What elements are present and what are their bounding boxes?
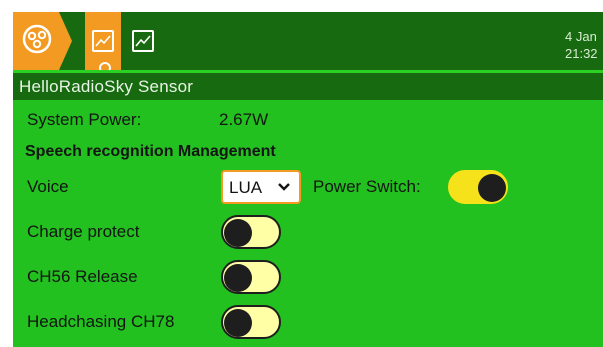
charge-protect-label: Charge protect [27,222,140,241]
title-bar: HelloRadioSky Sensor [13,70,603,100]
tab-telemetry-active[interactable] [85,12,121,74]
power-switch-label: Power Switch: [313,177,421,196]
chart-line-icon [132,30,154,52]
headchasing-ch78-toggle[interactable] [221,305,281,339]
toggle-knob [224,309,252,337]
main-menu-button[interactable] [13,12,59,70]
power-switch-toggle[interactable] [448,170,508,204]
system-power-value: 2.67W [219,110,269,129]
headchasing-ch78-label: Headchasing CH78 [27,312,175,331]
toggle-knob [224,264,252,292]
toggle-knob [478,174,506,202]
charge-protect-toggle[interactable] [221,215,281,249]
menu-tab-arrow [59,12,72,70]
chart-line-icon [92,30,114,52]
date-text: 4 Jan [565,29,597,44]
voice-label: Voice [27,177,69,196]
page-title: HelloRadioSky Sensor [19,77,194,96]
ch56-release-toggle[interactable] [221,260,281,294]
radio-screen: 4 Jan 21:32 HelloRadioSky Sensor System … [13,12,603,347]
date-time: 4 Jan 21:32 [565,28,598,62]
system-power-label: System Power: [27,110,142,129]
section-heading: Speech recognition Management [25,143,276,160]
tab-telemetry[interactable] [125,12,161,70]
top-bar: 4 Jan 21:32 [13,12,603,74]
voice-select[interactable]: LUA [221,170,301,204]
time-text: 21:32 [565,46,598,61]
toggle-knob [224,219,252,247]
radio-menu-icon [22,24,52,54]
chevron-down-icon [278,183,290,191]
ch56-release-label: CH56 Release [27,267,138,286]
voice-selected-value: LUA [229,178,263,197]
